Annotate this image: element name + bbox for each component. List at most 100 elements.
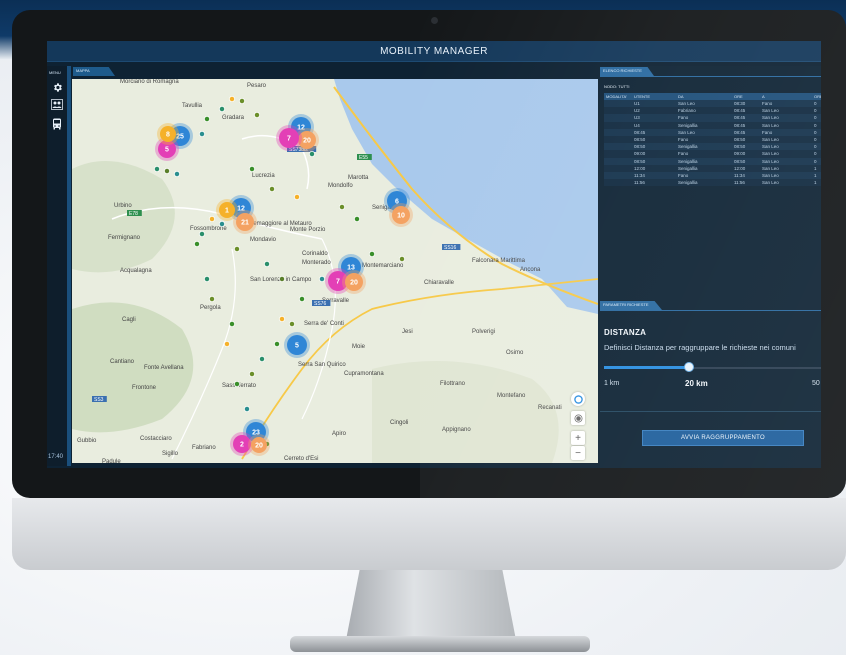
gear-icon[interactable]	[51, 81, 63, 93]
table-row[interactable]: U4 Senigallia 08:45 San Leo 0	[604, 121, 821, 129]
cluster-marker[interactable]: 10	[389, 203, 413, 227]
tab-requests[interactable]: ELENCO RICHIESTE	[600, 67, 654, 76]
poi-marker[interactable]	[194, 241, 200, 247]
requests-table: MODALITA'UTENTEDAOREAORE U1San Leo08:30F…	[604, 93, 821, 187]
poi-marker[interactable]	[154, 166, 160, 172]
poi-marker[interactable]	[279, 316, 285, 322]
tab-map-label: MAPPA	[76, 68, 90, 73]
table-row[interactable]: U1 San Leo 08:30 Fano 0	[604, 100, 821, 108]
poi-marker[interactable]	[274, 341, 280, 347]
poi-marker[interactable]	[309, 151, 315, 157]
poi-marker[interactable]	[229, 321, 235, 327]
desktop-scene: MOBILITY MANAGER MENU 17:40 MAPPA Pesaro…	[0, 0, 846, 655]
poi-marker[interactable]	[249, 166, 255, 172]
poi-marker[interactable]	[294, 194, 300, 200]
table-row[interactable]: 08:45 San Leo 08:45 Fano 0	[604, 128, 821, 136]
table-cell: Fano	[760, 100, 812, 108]
table-cell: 1	[812, 164, 821, 172]
poi-marker[interactable]	[204, 276, 210, 282]
zoom-in-button[interactable]: +	[571, 431, 585, 445]
poi-marker[interactable]	[369, 251, 375, 257]
bus-icon[interactable]	[51, 118, 63, 130]
cluster-marker[interactable]: 8	[157, 123, 179, 145]
poi-marker[interactable]	[289, 321, 295, 327]
table-cell: San Leo	[760, 150, 812, 158]
poi-marker[interactable]	[209, 216, 215, 222]
table-row[interactable]: 08:50 Senigallia 08:50 San Leo 0	[604, 157, 821, 165]
poi-marker[interactable]	[174, 171, 180, 177]
place-label: Morciano di Romagna	[120, 79, 179, 85]
table-cell: 0	[812, 121, 821, 129]
poi-marker[interactable]	[219, 106, 225, 112]
layers-icon[interactable]	[571, 392, 585, 406]
cluster-marker[interactable]: 5	[284, 332, 310, 358]
poi-marker[interactable]	[399, 256, 405, 262]
column-header[interactable]: ORE	[732, 93, 760, 100]
poi-marker[interactable]	[339, 204, 345, 210]
table-row[interactable]: 11:56 Senigallia 11:56 San Leo 1	[604, 179, 821, 187]
table-cell: San Leo	[760, 164, 812, 172]
cluster-marker[interactable]: 20	[342, 270, 366, 294]
column-header[interactable]: MODALITA'	[604, 93, 632, 100]
locate-icon[interactable]	[571, 411, 585, 425]
people-icon[interactable]	[51, 98, 63, 110]
map-view[interactable]: Pesaro Morciano di Romagna Tavullia Gradara…	[72, 79, 598, 463]
poi-marker[interactable]	[204, 116, 210, 122]
monitor-chin	[12, 498, 846, 570]
table-cell: San Leo	[676, 100, 732, 108]
poi-marker[interactable]	[264, 261, 270, 267]
tab-parameters[interactable]: PARAMETRI RICHIESTE	[600, 301, 662, 310]
poi-marker[interactable]	[254, 112, 260, 118]
poi-marker[interactable]	[209, 296, 215, 302]
poi-marker[interactable]	[244, 406, 250, 412]
node-filter[interactable]: NODO: TUTTI	[604, 84, 629, 89]
poi-marker[interactable]	[279, 276, 285, 282]
tab-parameters-label: PARAMETRI RICHIESTE	[603, 302, 649, 307]
distance-slider-fill	[604, 366, 689, 369]
poi-marker[interactable]	[234, 381, 240, 387]
place-label: Pesaro	[247, 83, 267, 89]
menu-label[interactable]: MENU	[49, 70, 61, 75]
poi-marker[interactable]	[199, 231, 205, 237]
zoom-out-button[interactable]: −	[571, 446, 585, 460]
table-cell: 0	[812, 143, 821, 151]
cluster-marker[interactable]: 7	[276, 125, 302, 151]
poi-marker[interactable]	[354, 216, 360, 222]
road-shield: E78	[127, 210, 142, 217]
start-grouping-button[interactable]: AVVIA RAGGRUPPAMENTO	[642, 430, 804, 446]
table-row[interactable]: 08:50 Fano 08:50 San Leo 0	[604, 135, 821, 144]
poi-marker[interactable]	[269, 186, 275, 192]
place-label: Serra de' Conti	[304, 321, 344, 327]
table-row[interactable]: 09:00 Fano 09:00 San Leo 0	[604, 150, 821, 158]
cluster-marker[interactable]: 20	[248, 434, 270, 456]
poi-marker[interactable]	[239, 98, 245, 104]
poi-marker[interactable]	[299, 296, 305, 302]
column-header[interactable]: UTENTE	[632, 93, 676, 100]
poi-marker[interactable]	[229, 96, 235, 102]
poi-marker[interactable]	[164, 168, 170, 174]
tab-map[interactable]: MAPPA	[73, 67, 115, 76]
poi-marker[interactable]	[319, 276, 325, 282]
poi-marker[interactable]	[249, 371, 255, 377]
poi-marker[interactable]	[234, 246, 240, 252]
column-header[interactable]: A	[760, 93, 812, 100]
table-cell: 08:45	[732, 121, 760, 129]
poi-marker[interactable]	[199, 131, 205, 137]
distance-slider-handle[interactable]	[683, 362, 694, 372]
table-row[interactable]: 11:34 Fano 11:34 San Leo 1	[604, 171, 821, 180]
poi-marker[interactable]	[219, 221, 225, 227]
cluster-marker[interactable]: 1	[216, 199, 238, 221]
start-grouping-label: AVVIA RAGGRUPPAMENTO	[680, 435, 766, 441]
map-canvas[interactable]: Pesaro Morciano di Romagna Tavullia Gradara…	[72, 79, 598, 463]
table-row[interactable]: 12:00 Senigallia 12:00 San Leo 1	[604, 164, 821, 172]
table-row[interactable]: U3 Fano 08:45 San Leo 0	[604, 114, 821, 122]
column-header[interactable]: ORE	[812, 93, 821, 100]
place-label: Cingoli	[390, 420, 408, 426]
poi-marker[interactable]	[224, 341, 230, 347]
table-row[interactable]: U2 Fabriano 08:45 San Leo 0	[604, 107, 821, 115]
table-row[interactable]: 08:50 Senigallia 08:50 San Leo 0	[604, 143, 821, 151]
table-cell: 11:34	[732, 171, 760, 180]
poi-marker[interactable]	[259, 356, 265, 362]
column-header[interactable]: DA	[676, 93, 732, 100]
place-label: Padule	[102, 459, 121, 463]
